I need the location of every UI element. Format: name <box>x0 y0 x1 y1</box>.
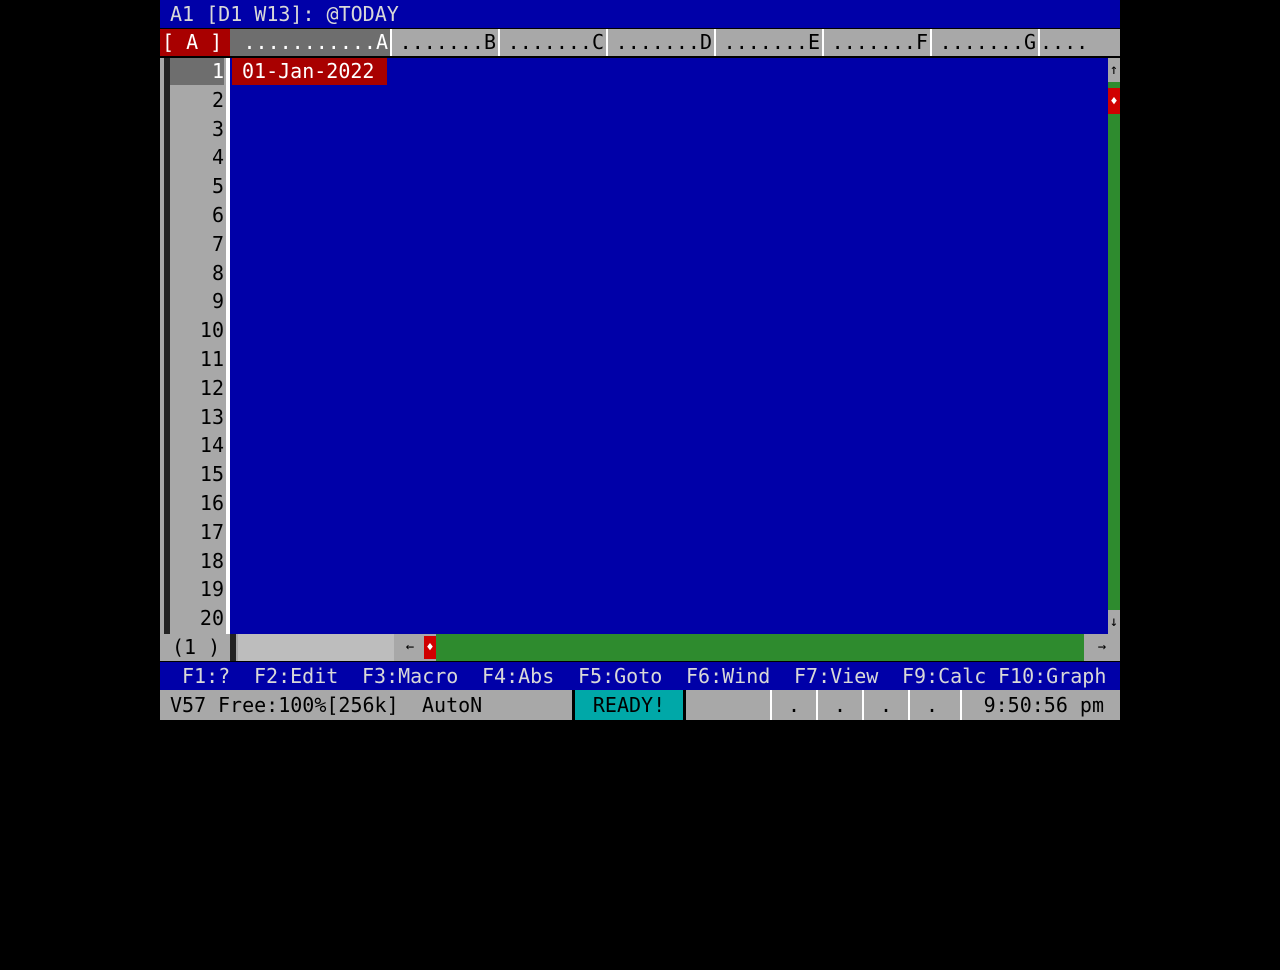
clock: 9:50:56 pm <box>960 690 1120 720</box>
column-header-f[interactable]: .......F <box>824 29 932 56</box>
vertical-scrollbar[interactable]: ↑ ♦ ↓ <box>1108 58 1120 634</box>
row-header-4[interactable]: 4 <box>160 144 224 171</box>
window-number-label: (1 ) <box>172 635 221 659</box>
column-header-e[interactable]: .......E <box>716 29 824 56</box>
horizontal-scrollbar[interactable] <box>436 634 1084 661</box>
free-memory-label: Free:100%[256k] <box>218 693 399 717</box>
row-header-3[interactable]: 3 <box>160 116 224 143</box>
row-header-2[interactable]: 2 <box>160 87 224 114</box>
row-header-11[interactable]: 11 <box>160 346 224 373</box>
row-header-10[interactable]: 10 <box>160 317 224 344</box>
status-indicator-4: . <box>908 690 954 720</box>
fkey-macro[interactable]: F3:Macro <box>362 662 458 690</box>
row-header-column: 1 2 3 4 5 6 7 8 9 10 11 12 13 14 15 16 1… <box>160 58 230 634</box>
fkey-help[interactable]: F1:? <box>182 662 230 690</box>
row-header-1[interactable]: 1 <box>170 58 224 85</box>
status-indicator-3: . <box>862 690 908 720</box>
row-header-7[interactable]: 7 <box>160 231 224 258</box>
calc-mode-label: AutoN <box>422 693 483 717</box>
column-header-b[interactable]: .......B <box>392 29 500 56</box>
cell-formula-line: A1 [D1 W13]: @TODAY <box>160 0 1120 28</box>
scroll-down-arrow-icon[interactable]: ↓ <box>1108 610 1120 634</box>
status-indicator-1: . <box>770 690 816 720</box>
spreadsheet-screen: A1 [D1 W13]: @TODAY [ A ] ...........A .… <box>160 0 1120 720</box>
row-header-6[interactable]: 6 <box>160 202 224 229</box>
row-header-15[interactable]: 15 <box>160 461 224 488</box>
column-header-d[interactable]: .......D <box>608 29 716 56</box>
version-label: V57 <box>170 693 207 717</box>
row-header-16[interactable]: 16 <box>160 490 224 517</box>
row-header-9[interactable]: 9 <box>160 288 224 315</box>
function-key-bar: F1:? F2:Edit F3:Macro F4:Abs F5:Goto F6:… <box>160 662 1120 690</box>
row-header-18[interactable]: 18 <box>160 548 224 575</box>
fkey-edit[interactable]: F2:Edit <box>254 662 338 690</box>
scroll-divider <box>230 634 236 661</box>
row-header-12[interactable]: 12 <box>160 375 224 402</box>
horizontal-scroll-row: (1 ) ← ♦ → <box>160 634 1120 661</box>
row-header-5[interactable]: 5 <box>160 173 224 200</box>
row-header-19[interactable]: 19 <box>160 576 224 603</box>
fkey-graph[interactable]: F10:Graph <box>998 662 1106 690</box>
row-header-17[interactable]: 17 <box>160 519 224 546</box>
vertical-scroll-thumb[interactable]: ♦ <box>1108 88 1120 114</box>
fkey-wind[interactable]: F6:Wind <box>686 662 770 690</box>
active-cell-a1[interactable]: 01-Jan-2022 <box>232 58 387 85</box>
row-header-13[interactable]: 13 <box>160 404 224 431</box>
fkey-calc[interactable]: F9:Calc <box>902 662 986 690</box>
scroll-left-arrow-icon[interactable]: ← <box>396 634 424 661</box>
scroll-up-arrow-icon[interactable]: ↑ <box>1108 58 1120 82</box>
fkey-view[interactable]: F7:View <box>794 662 878 690</box>
row-header-20[interactable]: 20 <box>160 605 224 632</box>
mode-indicator: READY! <box>572 690 686 720</box>
column-header-h-partial[interactable]: .... <box>1040 29 1108 56</box>
column-header-c[interactable]: .......C <box>500 29 608 56</box>
column-header-row: [ A ] ...........A .......B .......C ...… <box>160 29 1120 56</box>
spreadsheet-grid[interactable]: 01-Jan-2022 <box>230 58 1108 634</box>
fkey-goto[interactable]: F5:Goto <box>578 662 662 690</box>
horizontal-scroll-thumb[interactable]: ♦ <box>424 636 436 659</box>
row-header-8[interactable]: 8 <box>160 260 224 287</box>
horizontal-scroll-gray-area <box>238 634 394 661</box>
column-header-g[interactable]: .......G <box>932 29 1040 56</box>
row-header-14[interactable]: 14 <box>160 432 224 459</box>
status-bar: V57 Free:100%[256k] AutoN READY! . . . .… <box>160 690 1120 720</box>
window-corner-label: [ A ] <box>160 29 230 56</box>
column-header-a[interactable]: ...........A <box>230 29 392 56</box>
scroll-right-arrow-icon[interactable]: → <box>1084 634 1120 661</box>
fkey-abs[interactable]: F4:Abs <box>482 662 554 690</box>
status-indicator-2: . <box>816 690 862 720</box>
